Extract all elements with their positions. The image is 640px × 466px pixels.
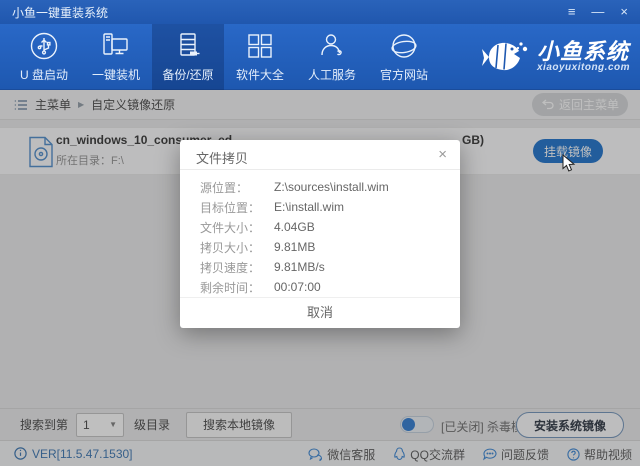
computer-icon bbox=[100, 31, 132, 61]
row-value: 00:07:00 bbox=[274, 280, 321, 294]
row-label: 拷贝速度： bbox=[200, 260, 261, 275]
dialog-header: 文件拷贝 × bbox=[180, 140, 460, 170]
close-icon[interactable]: × bbox=[620, 0, 628, 24]
row-label: 文件大小： bbox=[200, 220, 261, 235]
brand-logo: 小鱼系统 xiaoyuxitong.com bbox=[481, 24, 630, 90]
row-label: 拷贝大小： bbox=[200, 240, 261, 255]
nav-label: 软件大全 bbox=[235, 68, 284, 82]
nav-item-one-key-install[interactable]: 一键装机 bbox=[80, 24, 152, 90]
nav-label: 人工服务 bbox=[307, 68, 356, 82]
grid-icon bbox=[246, 31, 274, 61]
dialog-row-filesize: 文件大小： 4.04GB bbox=[200, 217, 440, 237]
dialog-row-remaining: 剩余时间： 00:07:00 bbox=[200, 277, 440, 297]
main-nav: U 盘启动 一键装机 备份/还原 软件大全 人工服务 官方网站 小鱼系统 xia… bbox=[0, 24, 640, 90]
row-value: 4.04GB bbox=[274, 220, 315, 234]
nav-item-software[interactable]: 软件大全 bbox=[224, 24, 296, 90]
globe-icon bbox=[389, 31, 419, 61]
dialog-row-source: 源位置： Z:\sources\install.wim bbox=[200, 177, 440, 197]
dialog-row-speed: 拷贝速度： 9.81MB/s bbox=[200, 257, 440, 277]
brand-domain: xiaoyuxitong.com bbox=[536, 62, 630, 74]
server-backup-icon bbox=[173, 31, 203, 61]
titlebar: 小鱼一键重装系统 ≡ — × bbox=[0, 0, 640, 24]
row-label: 剩余时间： bbox=[200, 280, 261, 295]
mouse-cursor bbox=[562, 154, 576, 172]
dialog-body: 源位置： Z:\sources\install.wim 目标位置： E:\ins… bbox=[180, 170, 460, 297]
person-icon bbox=[317, 31, 347, 61]
menu-icon[interactable]: ≡ bbox=[568, 0, 576, 24]
content-area: 主菜单 ▶ 自定义镜像还原 返回主菜单 cn_windows_10_consum… bbox=[0, 90, 640, 466]
dialog-title: 文件拷贝 bbox=[196, 151, 249, 166]
row-label: 目标位置： bbox=[200, 200, 261, 215]
usb-icon bbox=[29, 31, 59, 61]
nav-label: 官方网站 bbox=[379, 68, 428, 82]
cancel-button[interactable]: 取消 bbox=[180, 297, 460, 328]
file-copy-dialog: 文件拷贝 × 源位置： Z:\sources\install.wim 目标位置：… bbox=[180, 140, 460, 328]
row-value: Z:\sources\install.wim bbox=[274, 180, 389, 194]
nav-item-backup-restore[interactable]: 备份/还原 bbox=[152, 24, 224, 90]
nav-item-website[interactable]: 官方网站 bbox=[368, 24, 440, 90]
nav-item-usb-boot[interactable]: U 盘启动 bbox=[8, 24, 80, 90]
row-value: 9.81MB/s bbox=[274, 260, 325, 274]
row-value: 9.81MB bbox=[274, 240, 316, 254]
fish-logo-icon bbox=[481, 38, 529, 76]
minimize-icon[interactable]: — bbox=[591, 0, 604, 24]
window-title: 小鱼一键重装系统 bbox=[12, 5, 109, 20]
nav-label: U 盘启动 bbox=[19, 68, 68, 82]
row-label: 源位置： bbox=[200, 180, 249, 195]
row-value: E:\install.wim bbox=[274, 200, 345, 214]
nav-label: 一键装机 bbox=[91, 68, 140, 82]
dialog-row-copied: 拷贝大小： 9.81MB bbox=[200, 237, 440, 257]
dialog-close-icon[interactable]: × bbox=[438, 146, 447, 163]
dialog-row-target: 目标位置： E:\install.wim bbox=[200, 197, 440, 217]
app-window: 小鱼一键重装系统 ≡ — × U 盘启动 一键装机 备份/还原 软件大全 人工服… bbox=[0, 0, 640, 466]
brand-name: 小鱼系统 bbox=[536, 39, 629, 65]
nav-label: 备份/还原 bbox=[162, 68, 214, 82]
window-controls: ≡ — × bbox=[568, 0, 628, 24]
nav-item-support[interactable]: 人工服务 bbox=[296, 24, 368, 90]
